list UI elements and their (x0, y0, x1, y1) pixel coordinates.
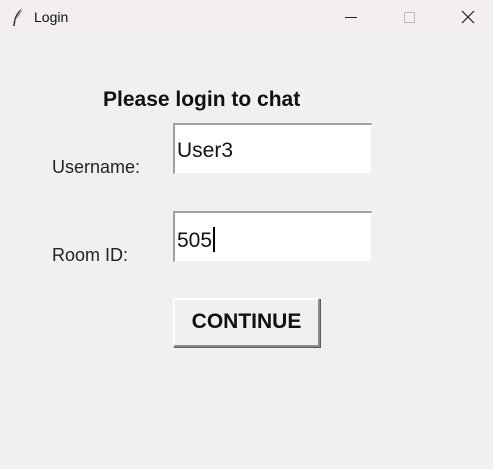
continue-button[interactable]: CONTINUE (173, 298, 320, 347)
feather-icon (10, 7, 26, 27)
minimize-icon (345, 17, 357, 18)
maximize-button[interactable] (388, 0, 432, 35)
minimize-button[interactable] (330, 0, 374, 35)
username-field[interactable]: User3 (173, 123, 372, 174)
title-bar[interactable]: Login (0, 0, 493, 35)
room-id-field[interactable]: 505 (173, 211, 372, 262)
text-cursor (213, 227, 216, 252)
window-title: Login (34, 9, 69, 25)
room-id-value: 505 (177, 229, 213, 252)
username-label: Username: (52, 157, 141, 177)
maximize-icon (404, 12, 415, 23)
close-button[interactable] (446, 0, 490, 35)
room-id-label: Room ID: (52, 245, 129, 265)
close-icon (461, 10, 475, 24)
username-value: User3 (177, 139, 234, 162)
login-heading: Please login to chat (103, 88, 301, 111)
